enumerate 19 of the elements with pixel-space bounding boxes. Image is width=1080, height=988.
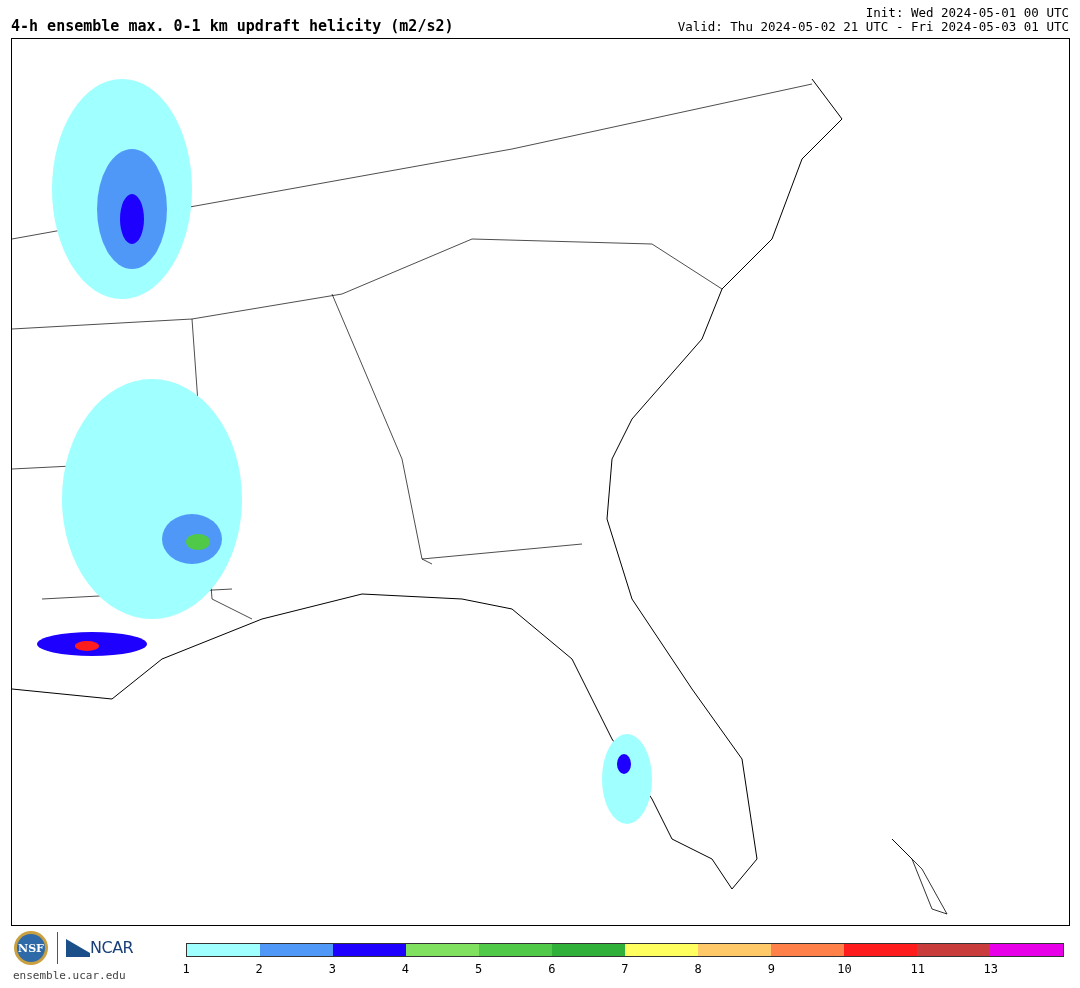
legend-label: 5 xyxy=(475,961,483,978)
legend-label: 3 xyxy=(328,961,336,978)
website-url: ensemble.ucar.edu xyxy=(13,968,127,984)
legend-label: 1 xyxy=(182,961,190,978)
legend-label: 8 xyxy=(694,961,702,978)
ncar-logo-icon xyxy=(66,939,90,957)
legend-label: 10 xyxy=(837,961,852,978)
legend-label: 9 xyxy=(767,961,775,978)
valid-time: Valid: Thu 2024-05-02 21 UTC - Fri 2024-05-03 01 UTC xyxy=(677,20,1069,34)
legend-label: 6 xyxy=(548,961,556,978)
legend-label: 4 xyxy=(401,961,410,978)
init-time: Init: Wed 2024-05-01 00 UTC xyxy=(865,6,1069,20)
legend-label: 11 xyxy=(910,961,925,978)
seal-logo: NSF xyxy=(13,930,49,966)
legend-label: 7 xyxy=(621,961,629,978)
chart-title: 4-h ensemble max. 0-1 km updraft helicity (m2/s2) xyxy=(11,16,454,37)
legend-label: 13 xyxy=(983,961,999,978)
ncar-logo: NCAR xyxy=(90,937,134,959)
legend-label: 2 xyxy=(255,961,263,978)
